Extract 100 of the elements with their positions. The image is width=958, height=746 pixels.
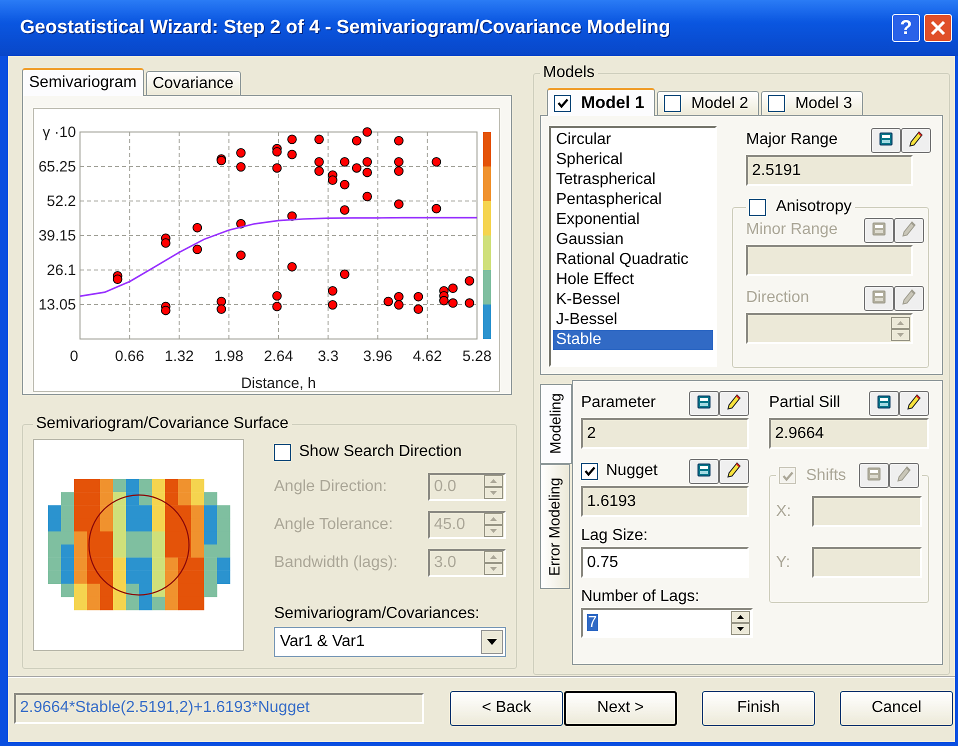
axis-tick-label: 4.62 bbox=[412, 348, 442, 365]
checkbox[interactable] bbox=[664, 95, 682, 112]
input-field[interactable]: 0.75 bbox=[581, 547, 749, 578]
spin-field[interactable]: 7 bbox=[581, 608, 753, 638]
list-item[interactable]: J-Bessel bbox=[553, 310, 713, 330]
list-item[interactable]: Spherical bbox=[553, 150, 713, 170]
checkbox-label: Nugget bbox=[606, 462, 658, 480]
field-label: Minor Range bbox=[746, 221, 838, 239]
data-point bbox=[314, 157, 324, 167]
spin-field[interactable] bbox=[746, 313, 913, 344]
tab[interactable]: Error Modeling bbox=[540, 464, 570, 589]
tab[interactable]: Covariance bbox=[146, 71, 241, 95]
calculator-icon bbox=[877, 394, 891, 408]
calculator-button[interactable] bbox=[869, 390, 899, 416]
list-item[interactable]: Rational Quadratic bbox=[553, 250, 713, 270]
tab[interactable]: Model 1 bbox=[547, 88, 656, 116]
data-point bbox=[236, 250, 246, 260]
calculator-icon bbox=[697, 394, 711, 408]
list-item[interactable]: Stable bbox=[553, 330, 713, 350]
data-point bbox=[414, 292, 424, 302]
pencil-icon bbox=[727, 462, 741, 478]
calculator-icon bbox=[867, 467, 881, 481]
data-point bbox=[314, 134, 324, 144]
data-point bbox=[394, 136, 404, 146]
data-point bbox=[236, 162, 246, 172]
group-title: Models bbox=[542, 64, 596, 82]
close-button[interactable] bbox=[924, 14, 952, 42]
data-point bbox=[432, 157, 442, 167]
data-point bbox=[352, 136, 362, 146]
data-point bbox=[160, 238, 170, 248]
wizard-button[interactable]: Finish bbox=[702, 690, 815, 726]
axis-tick-label: 3.96 bbox=[363, 348, 392, 365]
spin-button[interactable] bbox=[731, 611, 750, 635]
pencil-icon bbox=[909, 130, 923, 146]
pencil-button[interactable] bbox=[901, 128, 931, 152]
checkbox-label: Shifts bbox=[806, 466, 846, 484]
list-item[interactable]: Pentaspherical bbox=[553, 190, 713, 210]
input-field[interactable] bbox=[746, 245, 913, 276]
data-point bbox=[216, 296, 226, 306]
dropdown-arrow-icon bbox=[486, 638, 498, 646]
checkbox[interactable] bbox=[581, 462, 598, 480]
pencil-button[interactable] bbox=[719, 390, 749, 416]
field-label: Angle Tolerance: bbox=[274, 516, 393, 534]
data-point bbox=[287, 211, 297, 221]
list-item[interactable]: Hole Effect bbox=[553, 270, 713, 290]
wizard-button[interactable]: < Back bbox=[450, 690, 563, 726]
list-item[interactable]: Circular bbox=[553, 130, 713, 150]
data-point bbox=[216, 304, 226, 314]
field-label: Semivariogram/Covariances: bbox=[274, 605, 480, 623]
data-point bbox=[362, 127, 372, 137]
data-point bbox=[448, 284, 458, 293]
input-field[interactable]: 1.6193 bbox=[581, 486, 749, 517]
data-point bbox=[394, 199, 404, 209]
tab[interactable]: Semivariogram bbox=[22, 68, 144, 96]
calculator-button[interactable] bbox=[871, 128, 901, 152]
checkbox[interactable] bbox=[768, 95, 786, 112]
field-label: Major Range bbox=[746, 131, 838, 149]
input-field[interactable]: 2 bbox=[581, 418, 749, 449]
list-item[interactable]: Tetraspherical bbox=[553, 170, 713, 190]
tab[interactable]: Model 3 bbox=[761, 91, 864, 115]
list-item[interactable]: Gaussian bbox=[553, 230, 713, 250]
field-label: Bandwidth (lags): bbox=[274, 554, 398, 572]
data-point bbox=[328, 286, 338, 296]
tab[interactable]: Model 2 bbox=[657, 91, 760, 115]
checkbox-label: Show Search Direction bbox=[299, 443, 462, 461]
tab[interactable]: Modeling bbox=[540, 384, 572, 464]
wizard-button[interactable]: Cancel bbox=[840, 690, 953, 726]
axis-tick-label: 1.98 bbox=[214, 348, 244, 365]
axis-tick-label: 0.66 bbox=[115, 348, 144, 365]
axis-tick-label: 5.28 bbox=[462, 348, 492, 365]
field-label: Direction bbox=[746, 289, 810, 307]
field-label: Parameter bbox=[581, 394, 656, 412]
axis-tick-label: 1.32 bbox=[164, 348, 194, 365]
data-point bbox=[432, 204, 442, 214]
axis-tick-label: 26.1 bbox=[46, 262, 76, 279]
data-point bbox=[236, 218, 246, 228]
input-field[interactable]: 2.5191 bbox=[746, 155, 913, 186]
wizard-button[interactable]: Next > bbox=[564, 690, 677, 726]
checkbox[interactable] bbox=[554, 94, 571, 112]
checkbox[interactable] bbox=[274, 444, 291, 460]
axis-tick-label: 13.05 bbox=[38, 296, 76, 314]
input-field[interactable]: 2.9664 bbox=[769, 418, 929, 449]
data-point bbox=[464, 276, 474, 286]
help-button[interactable]: ? bbox=[892, 14, 920, 42]
checkbox[interactable] bbox=[749, 198, 766, 216]
pencil-button[interactable] bbox=[899, 390, 929, 416]
pencil-button[interactable] bbox=[719, 458, 749, 484]
dropdown[interactable]: Var1 & Var1 bbox=[274, 627, 506, 657]
group-title: Semivariogram/Covariance Surface bbox=[35, 415, 290, 433]
data-point bbox=[340, 180, 350, 190]
formula-field: 2.9664*Stable(2.5191,2)+1.6193*Nugget bbox=[14, 692, 424, 724]
data-point bbox=[192, 222, 202, 232]
data-point bbox=[362, 168, 372, 178]
axis-label: Distance, h bbox=[240, 375, 316, 392]
list-item[interactable]: K-Bessel bbox=[553, 290, 713, 310]
model-list[interactable]: Circular Spherical Tetraspherical Pentaspherical Exponential Gaussian Rational Quadratic Hole Effect K-Bessel J-Bessel Stable bbox=[549, 126, 717, 367]
list-item[interactable]: Exponential bbox=[553, 210, 713, 230]
data-point bbox=[236, 148, 246, 158]
calculator-button[interactable] bbox=[689, 458, 719, 484]
calculator-button[interactable] bbox=[689, 390, 719, 416]
